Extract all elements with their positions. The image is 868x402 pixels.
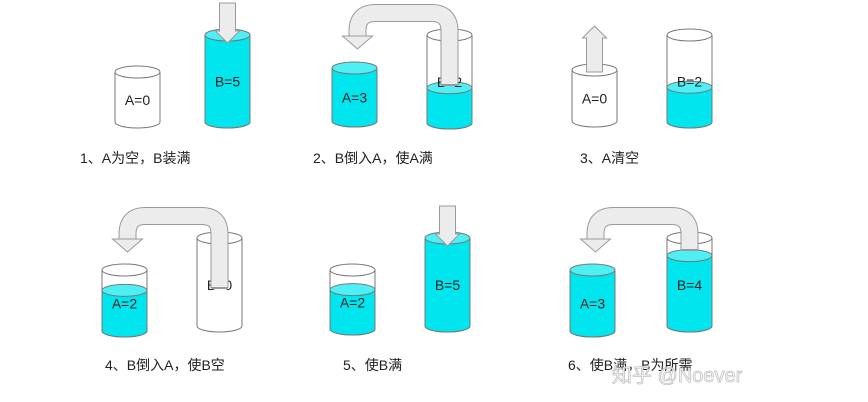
step-caption: 2、B倒入A，使A满 [313,150,433,166]
jug-label: A=0 [125,92,151,108]
watermark: 知乎 @Noever [612,364,743,387]
step-4: A=2B=04、B倒入A，使B空 [101,207,243,373]
up-arrow-icon [581,25,608,73]
step-6: A=3B=46、使B满，B为所需 [568,207,713,373]
jug-a: A=2 [329,263,376,336]
jug-label: B=2 [677,74,703,90]
jug-a: A=0 [114,65,161,129]
water-surface [666,249,713,263]
step-caption: 3、A清空 [580,150,639,166]
jug-label: B=4 [677,277,703,293]
water-jug-diagram: A=0 B=5 1、A为空，B装满 A=3B=22、B倒入A，使A满 A=0 B=2 3、A… [80,2,743,387]
step-caption: 1、A为空，B装满 [80,150,190,166]
step-3: A=0 B=2 3、A清空 [571,25,713,166]
jug-b: B=5 [424,231,471,333]
step-1: A=0 B=5 1、A为空，B装满 [80,2,251,166]
jug-label: A=3 [342,90,368,106]
water-fill [666,255,713,333]
jug-b: B=2 [666,28,713,129]
step-caption: 5、使B满 [343,357,402,373]
jug-label: A=0 [582,91,608,107]
jug-label: A=3 [580,296,606,312]
jug-a: A=3 [569,263,616,338]
jug-a: A=2 [101,263,148,338]
step-2: A=3B=22、B倒入A，使A满 [313,4,473,166]
jug-a: A=3 [331,61,378,128]
jug-b: B=5 [204,28,251,129]
jug-label: A=2 [340,295,366,311]
water-surface [569,263,616,277]
step-caption: 4、B倒入A，使B空 [105,357,225,373]
jug-a: A=0 [571,63,618,128]
step-5: A=2 B=5 5、使B满 [329,205,471,373]
jug-label: A=2 [112,296,138,312]
jug-label: B=5 [215,74,241,90]
water-surface [331,61,378,75]
jug-label: B=5 [435,277,461,293]
